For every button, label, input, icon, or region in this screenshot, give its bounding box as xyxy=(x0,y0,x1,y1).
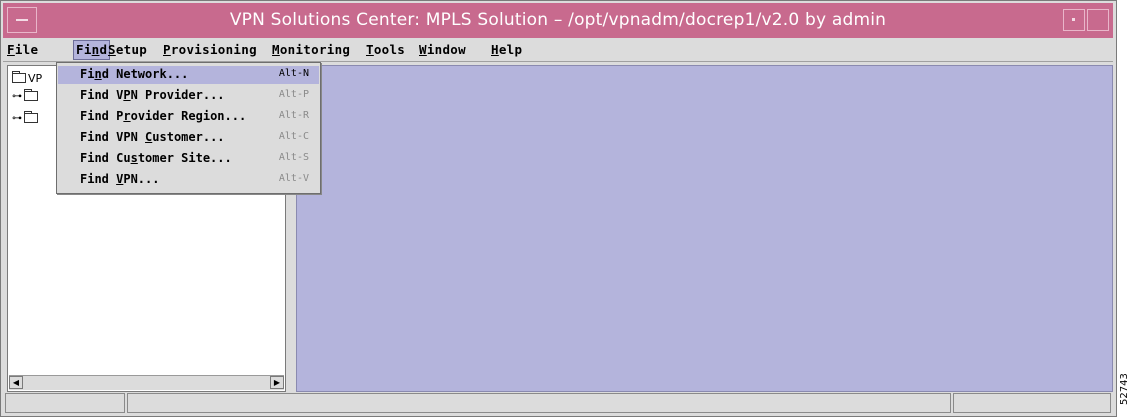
horizontal-scrollbar[interactable]: ◀ ▶ xyxy=(9,375,284,390)
status-bar xyxy=(3,393,1113,415)
application-window: VPN Solutions Center: MPLS Solution – /o… xyxy=(0,0,1117,417)
scroll-right-icon[interactable]: ▶ xyxy=(270,376,284,389)
menu-item-find-customer-site[interactable]: Find Customer Site... Alt-S xyxy=(58,150,319,168)
menu-item-find-vpn[interactable]: Find VPN... Alt-V xyxy=(58,171,319,189)
menu-file[interactable]: File xyxy=(7,41,38,59)
tree-root-label: VP xyxy=(28,71,43,85)
menu-item-find-vpn-customer[interactable]: Find VPN Customer... Alt-C xyxy=(58,129,319,147)
find-menu-dropdown: Find Network... Alt-N Find VPN Provider.… xyxy=(56,62,321,194)
menu-bar: File Find Setup Provisioning Monitoring … xyxy=(3,39,1113,62)
menu-help[interactable]: Help xyxy=(491,41,522,59)
menu-monitoring[interactable]: Monitoring xyxy=(272,41,350,59)
menu-item-find-provider-region[interactable]: Find Provider Region... Alt-R xyxy=(58,108,319,126)
minimize-icon[interactable] xyxy=(1063,9,1085,31)
maximize-icon[interactable] xyxy=(1087,9,1109,31)
folder-icon xyxy=(24,89,38,101)
title-bar[interactable]: VPN Solutions Center: MPLS Solution – /o… xyxy=(3,3,1113,38)
menu-item-find-network[interactable]: Find Network... Alt-N xyxy=(58,66,319,84)
menu-provisioning[interactable]: Provisioning xyxy=(163,41,257,59)
figure-id: 52743 xyxy=(1119,373,1130,405)
tree-node[interactable]: ⊶ xyxy=(12,88,40,104)
status-cell-left xyxy=(5,393,125,413)
menu-find[interactable]: Find xyxy=(73,40,111,60)
window-title: VPN Solutions Center: MPLS Solution – /o… xyxy=(229,10,887,30)
workspace-area[interactable] xyxy=(296,65,1113,392)
expand-handle-icon[interactable]: ⊶ xyxy=(12,113,24,124)
expand-handle-icon[interactable]: ⊶ xyxy=(12,91,24,102)
menu-item-find-vpn-provider[interactable]: Find VPN Provider... Alt-P xyxy=(58,87,319,105)
tree-root[interactable]: VP xyxy=(12,70,42,86)
tree-node[interactable]: ⊶ xyxy=(12,110,40,126)
menu-window[interactable]: Window xyxy=(419,41,466,59)
status-cell-middle xyxy=(127,393,951,413)
status-cell-right xyxy=(953,393,1111,413)
folder-icon xyxy=(12,71,26,83)
scroll-left-icon[interactable]: ◀ xyxy=(9,376,23,389)
menu-setup[interactable]: Setup xyxy=(108,41,147,59)
menu-tools[interactable]: Tools xyxy=(366,41,405,59)
folder-icon xyxy=(24,111,38,123)
